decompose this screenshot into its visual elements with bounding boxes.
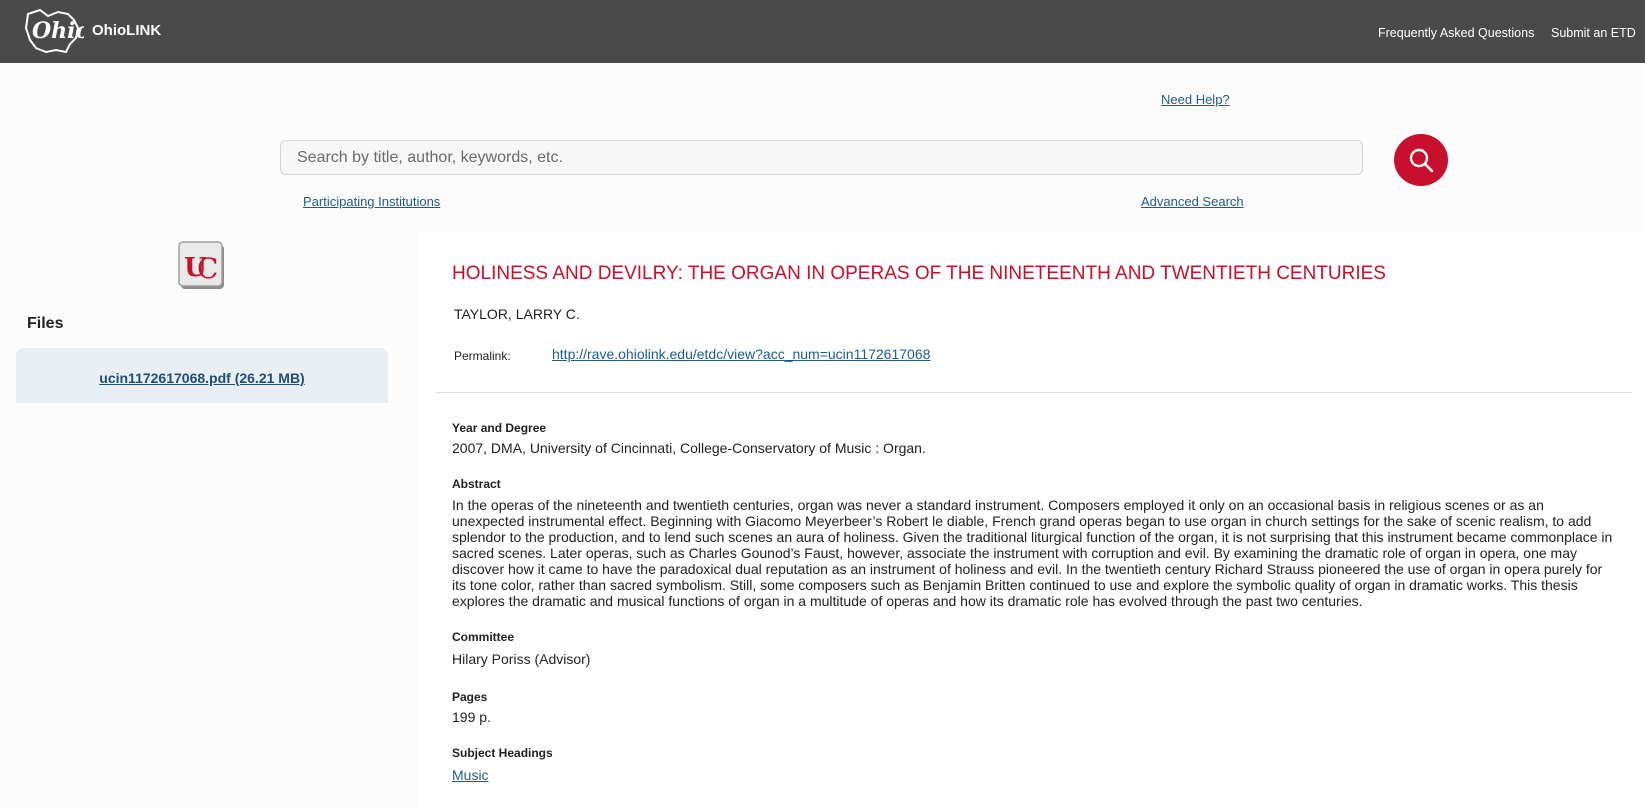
abstract-text: In the operas of the nineteenth and twen… <box>452 497 1613 609</box>
pages-value: 199 p. <box>452 709 491 725</box>
brand-name[interactable]: OhioLINK <box>92 22 161 39</box>
divider <box>436 392 1632 393</box>
subject-heading-link[interactable]: Music <box>452 767 489 783</box>
subject-headings-label: Subject Headings <box>452 746 553 760</box>
year-degree-value: 2007, DMA, University of Cincinnati, Col… <box>452 440 926 456</box>
svg-text:C: C <box>197 252 218 285</box>
search-button[interactable] <box>1394 134 1448 186</box>
participating-institutions-link[interactable]: Participating Institutions <box>303 194 440 209</box>
ohio-logo-icon[interactable]: Ohio <box>22 6 84 56</box>
file-list: ucin1172617068.pdf (26.21 MB) <box>16 348 388 403</box>
uc-logo-icon: U C <box>178 241 224 289</box>
files-heading: Files <box>27 315 64 332</box>
permalink-link[interactable]: http://rave.ohiolink.edu/etdc/view?acc_n… <box>552 346 930 362</box>
committee-value: Hilary Poriss (Advisor) <box>452 651 591 667</box>
pages-label: Pages <box>452 690 488 704</box>
advanced-search-link[interactable]: Advanced Search <box>1141 194 1244 209</box>
committee-label: Committee <box>452 630 515 644</box>
abstract-label: Abstract <box>452 477 501 491</box>
faq-link[interactable]: Frequently Asked Questions <box>1378 26 1534 40</box>
svg-text:Ohio: Ohio <box>32 18 84 44</box>
pdf-file-link[interactable]: ucin1172617068.pdf (26.21 MB) <box>16 370 388 386</box>
record-title: HOLINESS AND DEVILRY: THE ORGAN IN OPERA… <box>452 263 1386 284</box>
need-help-link[interactable]: Need Help? <box>1161 92 1230 107</box>
submit-etd-link[interactable]: Submit an ETD <box>1551 26 1636 40</box>
year-degree-label: Year and Degree <box>452 421 547 435</box>
record-author: TAYLOR, LARRY C. <box>454 306 580 322</box>
permalink-label: Permalink: <box>454 349 511 363</box>
top-navigation-bar: Ohio OhioLINK Frequently Asked Questions… <box>0 0 1645 63</box>
search-icon <box>1409 148 1434 173</box>
search-input[interactable] <box>280 140 1363 175</box>
